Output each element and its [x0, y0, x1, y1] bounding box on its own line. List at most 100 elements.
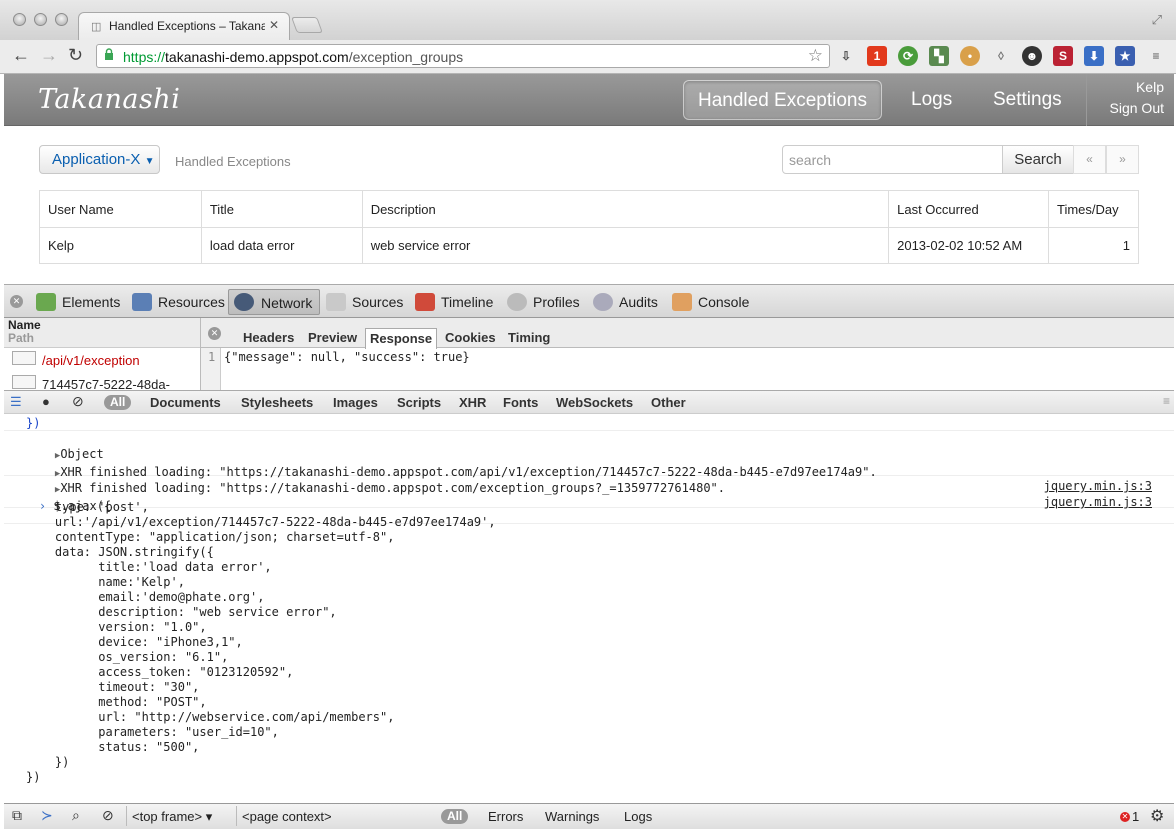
- console-drawer-icon[interactable]: ≻: [41, 807, 53, 824]
- sources-icon: [326, 293, 346, 311]
- frame-selector[interactable]: <top frame> ▾: [132, 809, 212, 825]
- browser-tab[interactable]: ◫ Handled Exceptions – Takanashi ✕: [78, 12, 290, 40]
- nav-settings[interactable]: Settings: [979, 80, 1076, 120]
- cell-times-per-day: 1: [1047, 227, 1140, 264]
- filter-websockets[interactable]: WebSockets: [556, 395, 633, 410]
- table-row[interactable]: Kelp load data error web service error 2…: [39, 227, 1140, 264]
- tab-resources[interactable]: Resources: [130, 289, 225, 315]
- record-icon[interactable]: ●: [42, 394, 50, 409]
- fullscreen-icon[interactable]: ⤢: [1152, 12, 1162, 28]
- nav-handled-exceptions[interactable]: Handled Exceptions: [683, 80, 882, 120]
- lock-icon: [105, 48, 113, 60]
- star-extension-icon[interactable]: ★: [1115, 46, 1135, 66]
- detail-close-icon[interactable]: ✕: [208, 327, 221, 340]
- sign-out-link[interactable]: Sign Out: [1110, 100, 1164, 116]
- tab-headers[interactable]: Headers: [239, 330, 298, 348]
- divider: [236, 806, 237, 826]
- name-column-header[interactable]: Name: [8, 318, 200, 332]
- application-selector[interactable]: Application-X ▼: [39, 145, 160, 174]
- filter-documents[interactable]: Documents: [150, 395, 221, 410]
- ninja-extension-icon[interactable]: ☻: [1022, 46, 1042, 66]
- level-warnings[interactable]: Warnings: [545, 809, 599, 824]
- tab-timing[interactable]: Timing: [504, 330, 554, 348]
- forward-icon[interactable]: →: [40, 45, 58, 66]
- settings-gear-icon[interactable]: ⚙: [1150, 806, 1164, 826]
- prev-page-button[interactable]: «: [1073, 145, 1106, 174]
- resources-icon: [132, 293, 152, 311]
- code-line: version: "1.0",: [26, 620, 207, 634]
- new-tab-button[interactable]: [291, 17, 323, 33]
- tab-close-icon[interactable]: ✕: [269, 18, 279, 32]
- filter-other[interactable]: Other: [651, 395, 686, 410]
- search-input[interactable]: [782, 145, 1003, 174]
- breadcrumb: Handled Exceptions: [175, 154, 291, 169]
- zoom-window-button[interactable]: [55, 13, 68, 26]
- menu-icon[interactable]: ≡: [1146, 46, 1166, 66]
- close-window-button[interactable]: [13, 13, 26, 26]
- brand-logo[interactable]: Takanashi: [38, 84, 180, 115]
- exceptions-table: User Name Title Description Last Occurre…: [39, 190, 1140, 264]
- tab-timeline[interactable]: Timeline: [413, 289, 493, 315]
- reload-icon[interactable]: ↻: [68, 45, 83, 66]
- shield-extension-icon[interactable]: ◊: [991, 46, 1011, 66]
- download-extension-icon[interactable]: ⇩: [836, 46, 856, 66]
- filter-stylesheets[interactable]: Stylesheets: [241, 395, 313, 410]
- tab-network[interactable]: Network: [228, 289, 320, 315]
- back-icon[interactable]: ←: [12, 45, 30, 66]
- cell-description: web service error: [361, 227, 890, 264]
- clear-icon[interactable]: ⊘: [72, 393, 84, 410]
- bookmark-star-icon[interactable]: ☆: [808, 46, 823, 66]
- request-name: /api/v1/exception: [42, 353, 140, 368]
- tab-profiles[interactable]: Profiles: [505, 289, 580, 315]
- line-number: 1: [208, 350, 216, 364]
- green-extension-icon[interactable]: ▚: [929, 46, 949, 66]
- column-header[interactable]: User Name: [39, 190, 202, 228]
- user-name: Kelp: [1135, 79, 1164, 95]
- s-extension-icon[interactable]: S: [1053, 46, 1073, 66]
- column-header[interactable]: Description: [361, 190, 890, 228]
- level-logs[interactable]: Logs: [624, 809, 652, 824]
- minimize-window-button[interactable]: [34, 13, 47, 26]
- filter-scripts[interactable]: Scripts: [397, 395, 441, 410]
- tab-elements[interactable]: Elements: [34, 289, 120, 315]
- list-view-icon[interactable]: ☰: [10, 394, 22, 410]
- tab-sources[interactable]: Sources: [324, 289, 403, 315]
- clear-console-icon[interactable]: ⊘: [102, 807, 114, 824]
- badge-extension-icon[interactable]: 1: [867, 46, 887, 66]
- nav-logs[interactable]: Logs: [897, 80, 966, 120]
- filter-fonts[interactable]: Fonts: [503, 395, 538, 410]
- cookie-extension-icon[interactable]: •: [960, 46, 980, 66]
- filter-all[interactable]: All: [104, 395, 132, 410]
- dock-icon[interactable]: ⧉: [12, 807, 22, 824]
- audits-icon: [593, 293, 613, 311]
- tab-cookies[interactable]: Cookies: [441, 330, 500, 348]
- filter-images[interactable]: Images: [333, 395, 378, 410]
- tab-audits[interactable]: Audits: [591, 289, 658, 315]
- search-button[interactable]: Search: [1002, 145, 1074, 174]
- next-page-button[interactable]: »: [1106, 145, 1139, 174]
- request-list-header: Name Path: [4, 318, 200, 348]
- document-icon: [12, 351, 36, 365]
- devtools-close-icon[interactable]: ✕: [10, 295, 23, 308]
- error-count[interactable]: 1: [1132, 809, 1139, 824]
- column-header[interactable]: Last Occurred: [888, 190, 1049, 228]
- context-selector[interactable]: <page context>: [242, 809, 332, 824]
- search-icon[interactable]: ⌕: [72, 807, 80, 824]
- tab-preview[interactable]: Preview: [304, 330, 361, 348]
- level-errors[interactable]: Errors: [488, 809, 523, 824]
- address-bar[interactable]: https://takanashi-demo.appspot.com/excep…: [96, 44, 830, 68]
- tab-response[interactable]: Response: [365, 328, 438, 349]
- cell-last-occurred: 2013-02-02 10:52 AM: [888, 227, 1049, 264]
- filter-xhr[interactable]: XHR: [459, 395, 486, 410]
- drag-handle-icon[interactable]: ≡: [1163, 394, 1170, 408]
- column-header[interactable]: Times/Day: [1047, 190, 1140, 228]
- arrow-extension-icon[interactable]: ⬇: [1084, 46, 1104, 66]
- network-request-list: Name Path /api/v1/exception 714457c7-522…: [4, 318, 201, 392]
- level-all[interactable]: All: [441, 809, 469, 824]
- window-titlebar: ◫ Handled Exceptions – Takanashi ✕ ⤢: [0, 0, 1176, 40]
- application-selector-label: Application-X: [52, 151, 141, 168]
- refresh-extension-icon[interactable]: ⟳: [898, 46, 918, 66]
- request-row[interactable]: /api/v1/exception: [4, 348, 200, 372]
- column-header[interactable]: Title: [200, 190, 363, 228]
- tab-console[interactable]: Console: [670, 289, 749, 315]
